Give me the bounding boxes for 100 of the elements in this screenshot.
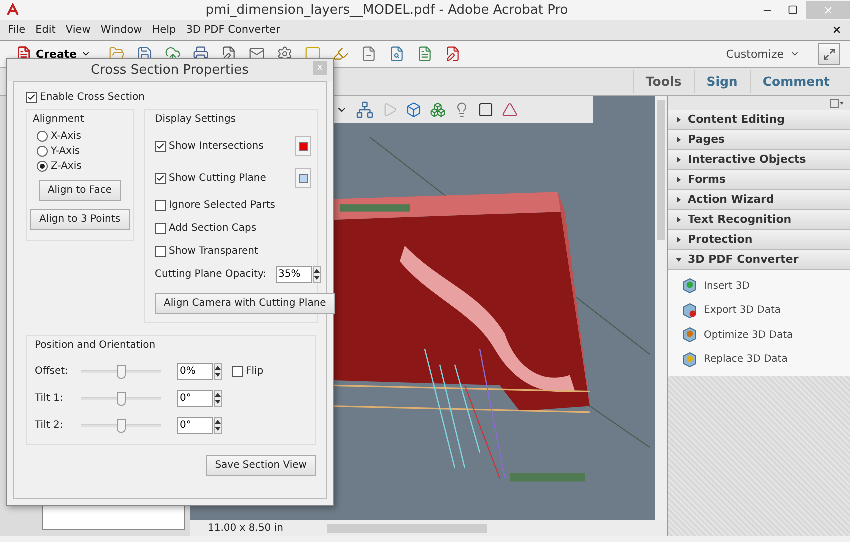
panel-item[interactable]: Optimize 3D Data [682,323,850,348]
panel-header[interactable]: Text Recognition [668,210,850,230]
radio-button[interactable] [37,131,48,142]
cube-icon[interactable] [406,102,422,118]
spin-arrows-icon [215,392,221,405]
square-icon[interactable] [478,102,494,118]
checkbox-label: Flip [246,366,264,377]
radio-button[interactable] [37,146,48,157]
save-section-view-button[interactable]: Save Section View [206,455,316,476]
tree-icon[interactable] [356,100,374,118]
close-icon[interactable] [832,25,842,35]
checkbox-label: Enable Cross Section [40,92,145,103]
group-title: Position and Orientation [35,340,157,351]
maximize-icon [788,5,798,15]
panel-item[interactable]: Insert 3D [682,274,850,298]
cube-icon [682,352,698,368]
tab[interactable]: Sign [694,70,750,93]
caret-icon [676,216,682,222]
app-logo-icon [6,3,20,17]
checkbox[interactable] [155,246,166,257]
dialog-title: Cross Section Properties [91,62,249,78]
panel-item[interactable]: Export 3D Data [682,298,850,323]
customize-button[interactable]: Customize [720,46,806,62]
checkbox-label: Show Intersections [169,140,264,152]
group-title: Display Settings [155,114,238,125]
tab[interactable]: Tools [632,70,694,93]
menu-item[interactable]: View [66,24,91,36]
slider[interactable] [81,364,161,378]
menu-item[interactable]: Window [100,24,142,36]
edit-document-icon[interactable] [445,46,462,62]
radio-label: X-Axis [51,131,82,142]
window-title: pmi_dimension_layers__MODEL.pdf - Adobe Acrobat Pro [204,2,570,18]
cross-section-icon[interactable] [502,102,518,118]
value-field[interactable]: 0° [177,417,213,434]
create-button[interactable]: Create [10,46,98,62]
spin-buttons[interactable] [214,417,222,434]
color-picker[interactable] [295,168,311,188]
panel-header[interactable]: Interactive Objects [668,150,850,170]
slider[interactable] [81,418,161,432]
value-field[interactable]: 0° [177,390,213,407]
spin-buttons[interactable] [214,390,222,407]
field-label: Offset: [35,366,70,377]
radio-label: Z-Axis [51,161,82,172]
spin-arrows-icon [314,268,320,281]
close-icon [822,4,834,16]
caret-icon [676,136,682,142]
cubes-icon[interactable] [430,102,446,118]
slider-thumb[interactable] [117,364,126,378]
checkbox[interactable] [155,172,166,184]
panel-item[interactable]: Replace 3D Data [682,348,850,372]
align-button[interactable]: Align to 3 Points [30,209,130,230]
radio-label: Y-Axis [51,146,80,157]
menu-item[interactable]: Help [152,24,176,36]
document-icon[interactable] [417,46,434,62]
spin-arrows-icon [215,419,221,432]
slider-thumb[interactable] [117,418,126,432]
panel-header[interactable]: Forms [668,170,850,190]
radio-button[interactable] [37,161,48,172]
cube-icon [682,278,698,294]
align-camera-button[interactable]: Align Camera with Cutting Plane [155,293,336,314]
panel-header[interactable]: 3D PDF Converter [668,250,850,270]
panel-header[interactable]: Protection [668,230,850,250]
caret-icon [676,116,682,122]
caret-icon [676,236,682,242]
document-search-icon[interactable] [389,46,406,62]
menu-item[interactable]: Edit [36,24,56,36]
slider[interactable] [81,392,161,406]
spin-buttons[interactable] [214,363,222,380]
panel-options-icon[interactable] [830,98,844,108]
spin-arrows-icon [215,365,221,378]
checkbox-label: Show Transparent [169,246,258,257]
field-label: Cutting Plane Opacity: [155,269,267,280]
checkbox-label: Show Cutting Plane [169,172,266,184]
highlighter-icon[interactable] [333,46,350,62]
cube-icon [682,327,698,344]
document-icon[interactable] [361,46,378,62]
panel-header[interactable]: Action Wizard [668,190,850,210]
menu-item[interactable]: 3D PDF Converter [186,24,280,36]
align-button[interactable]: Align to Face [38,180,122,201]
panel-header[interactable]: Content Editing [668,110,850,130]
menu-item[interactable]: File [8,24,26,36]
panel-header[interactable]: Pages [668,130,850,150]
caret-icon [676,176,682,182]
checkbox-label: Add Section Caps [169,223,257,234]
color-picker[interactable] [295,136,311,156]
checkbox[interactable] [155,140,166,152]
page-thumbnail[interactable] [42,504,185,530]
value-field[interactable]: 0% [177,363,213,380]
spin-buttons[interactable] [312,266,321,283]
checkbox-label: Ignore Selected Parts [169,200,276,211]
slider-thumb[interactable] [117,392,126,406]
caret-icon [676,196,682,202]
expand-button[interactable] [818,43,840,65]
tab[interactable]: Comment [750,70,842,93]
opacity-field[interactable]: 35% [276,266,312,283]
checkbox[interactable] [155,200,166,211]
checkbox[interactable] [232,366,243,377]
checkbox[interactable] [26,92,37,103]
cube-icon [682,302,698,319]
checkbox[interactable] [155,223,166,234]
